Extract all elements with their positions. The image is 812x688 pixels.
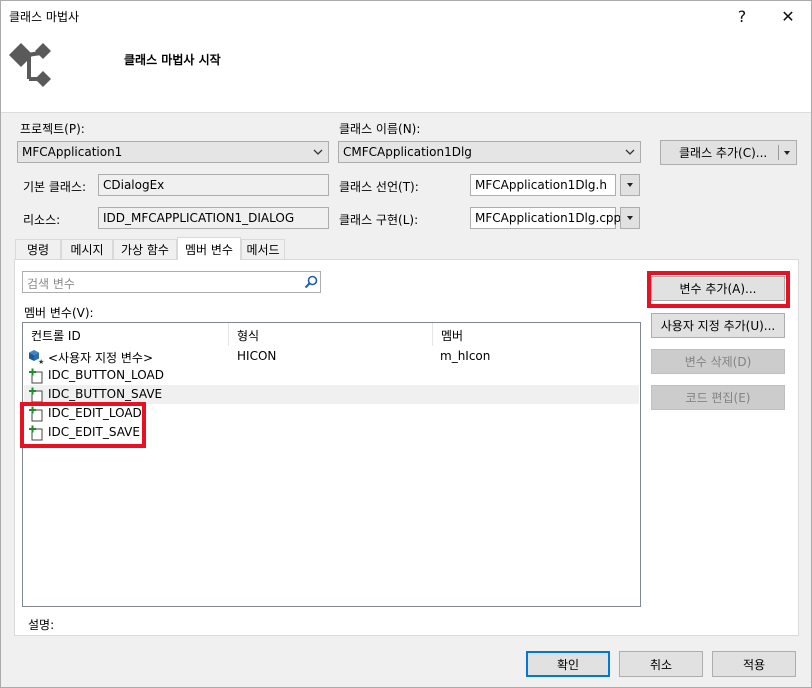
add-class-label: 클래스 추가(C)... [679,146,768,160]
tab-member-variables[interactable]: 멤버 변수 [177,237,241,260]
header-title: 클래스 마법사 시작 [124,53,221,67]
title-bar: 클래스 마법사 ? ✕ [1,1,811,31]
tab-label: 명령 [26,243,50,257]
tab-label: 멤버 변수 [185,242,233,257]
class-name-label: 클래스 이름(N): [339,122,421,136]
dropdown-arrow-icon[interactable] [782,148,792,158]
chevron-down-icon [313,149,323,155]
delete-variable-button[interactable]: 변수 삭제(D) [651,349,785,374]
highlight-box-edit-controls [20,402,146,448]
class-wizard-dialog: 클래스 마법사 ? ✕ 클래스 마법사 시작 프로젝트(P): MFCAppli… [0,0,812,688]
delete-variable-label: 변수 삭제(D) [684,355,752,369]
member-vars-label: 멤버 변수(V): [24,306,94,320]
add-class-button[interactable]: 클래스 추가(C)... [660,140,797,165]
column-header-control-id[interactable]: 컨트롤 ID [23,323,229,346]
help-button[interactable]: ? [719,1,765,31]
class-impl-value: MFCApplication1Dlg.cpp [475,211,622,225]
control-add-icon [29,387,43,403]
variable-type: HICON [237,349,277,363]
resource-field: IDD_MFCAPPLICATION1_DIALOG [98,207,329,229]
class-decl-value: MFCApplication1Dlg.h [475,178,607,192]
search-input[interactable]: 검색 변수 [22,271,321,293]
add-custom-label: 사용자 지정 추가(U)... [660,319,776,333]
apply-label: 적용 [742,657,766,672]
tab-label: 메시지 [70,243,104,257]
custom-variable-icon: ★ [29,350,44,365]
control-id: IDC_BUTTON_LOAD [48,368,164,382]
base-class-field: CDialogEx [98,174,329,196]
column-header-member[interactable]: 멤버 [433,323,640,346]
edit-code-label: 코드 편집(E) [685,391,751,405]
class-impl-dropdown-button[interactable] [620,207,640,229]
highlight-box-add-variable [647,271,790,308]
cancel-label: 취소 [649,657,673,672]
tab-messages[interactable]: 메시지 [61,239,113,259]
edit-code-button[interactable]: 코드 편집(E) [651,385,785,410]
dropdown-arrow-icon [627,183,633,187]
control-id: IDC_BUTTON_SAVE [48,387,163,401]
base-class-label: 기본 클래스: [23,180,87,194]
class-name-combobox[interactable]: CMFCApplication1Dlg [338,141,641,163]
control-add-icon [29,368,43,384]
tab-commands[interactable]: 명령 [15,239,61,259]
project-value: MFCApplication1 [22,145,123,159]
list-item[interactable]: ★ <사용자 지정 변수> HICON m_hIcon [24,347,639,366]
class-decl-field[interactable]: MFCApplication1Dlg.h [470,174,616,196]
project-combobox[interactable]: MFCApplication1 [17,141,329,163]
base-class-value: CDialogEx [103,178,165,192]
add-custom-button[interactable]: 사용자 지정 추가(U)... [651,313,785,338]
apply-button[interactable]: 적용 [712,651,796,677]
close-icon: ✕ [781,6,795,26]
dropdown-arrow-icon [627,216,633,220]
ok-label: 확인 [556,657,580,672]
svg-text:★: ★ [38,358,44,365]
ok-button[interactable]: 확인 [526,651,610,677]
cancel-button[interactable]: 취소 [619,651,703,677]
class-impl-label: 클래스 구현(L): [339,213,419,227]
description-label: 설명: [28,618,55,632]
resource-value: IDD_MFCAPPLICATION1_DIALOG [103,211,295,225]
split-divider [778,145,779,160]
help-icon: ? [737,6,747,26]
column-header-type[interactable]: 형식 [229,323,433,346]
chevron-down-icon [625,149,635,155]
tab-virtual-functions[interactable]: 가상 함수 [113,239,177,259]
class-name-value: CMFCApplication1Dlg [343,145,472,159]
search-placeholder: 검색 변수 [27,277,75,291]
search-icon[interactable] [304,275,318,289]
window-title: 클래스 마법사 [9,10,80,24]
tab-methods[interactable]: 메서드 [241,239,285,259]
list-item[interactable]: IDC_BUTTON_LOAD [24,366,639,385]
class-decl-label: 클래스 선언(T): [339,180,419,194]
member-variables-list[interactable]: 컨트롤 ID 형식 멤버 ★ <사용자 지정 변수> HICON m_hIcon… [22,322,641,607]
class-impl-field[interactable]: MFCApplication1Dlg.cpp [470,207,621,229]
variable-member: m_hIcon [440,349,491,363]
project-label: 프로젝트(P): [20,122,85,136]
tab-label: 가상 함수 [121,243,169,257]
class-wizard-logo-icon [9,43,51,87]
wizard-header: 클래스 마법사 시작 [1,31,811,113]
class-decl-dropdown-button[interactable] [620,174,640,196]
tab-label: 메서드 [246,243,280,257]
control-id: <사용자 지정 변수> [48,351,154,365]
resource-label: 리소스: [23,213,61,227]
close-button[interactable]: ✕ [765,1,811,31]
